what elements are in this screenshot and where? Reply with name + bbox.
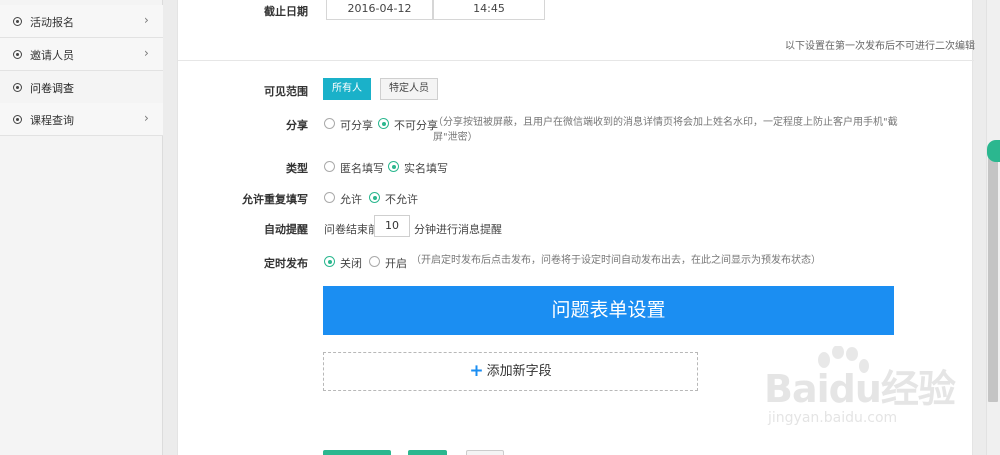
footer-tertiary-button[interactable] xyxy=(466,450,504,455)
settings-panel: 截止日期 2016-04-12 14:45 以下设置在第一次发布后不可进行二次编… xyxy=(177,0,975,455)
sidebar-item-label: 课程查询 xyxy=(30,114,74,127)
form-settings-button[interactable]: 问题表单设置 xyxy=(323,286,894,335)
deadline-time-input[interactable]: 14:45 xyxy=(433,0,545,20)
reminder-label: 自动提醒 xyxy=(264,223,308,236)
schedule-hint: （开启定时发布后点击发布，问卷将于设定时间自动发布出去，在此之间显示为预发布状态… xyxy=(411,255,821,266)
visibility-specific-button[interactable]: 特定人员 xyxy=(380,78,438,100)
repeat-deny-label: 不允许 xyxy=(385,193,418,206)
repeat-deny-radio[interactable] xyxy=(369,192,380,203)
share-no-label: 不可分享 xyxy=(394,119,438,132)
sidebar: 活动报名 › 邀请人员 › 问卷调查 课程查询 › xyxy=(0,0,163,455)
divider xyxy=(178,60,974,61)
type-realname-label: 实名填写 xyxy=(404,162,448,175)
reminder-suffix: 分钟进行消息提醒 xyxy=(414,223,502,236)
chevron-right-icon: › xyxy=(144,111,149,125)
page: 活动报名 › 邀请人员 › 问卷调查 课程查询 › 截止日期 2016-04-1… xyxy=(0,0,1000,455)
share-label: 分享 xyxy=(286,119,308,132)
repeat-allow-radio[interactable] xyxy=(324,192,335,203)
chevron-right-icon: › xyxy=(144,13,149,27)
deadline-date-input[interactable]: 2016-04-12 xyxy=(326,0,433,20)
share-hint-cont: 屏"泄密） xyxy=(433,132,478,143)
schedule-on-radio[interactable] xyxy=(369,256,380,267)
schedule-label: 定时发布 xyxy=(264,257,308,270)
sidebar-item-label: 邀请人员 xyxy=(30,49,74,62)
sidebar-item-label: 问卷调查 xyxy=(30,82,74,95)
type-anonymous-label: 匿名填写 xyxy=(340,162,384,175)
type-label: 类型 xyxy=(286,162,308,175)
type-anonymous-radio[interactable] xyxy=(324,161,335,172)
visibility-label: 可见范围 xyxy=(264,85,308,98)
sidebar-item-course-query[interactable]: 课程查询 › xyxy=(0,103,163,136)
share-yes-label: 可分享 xyxy=(340,119,373,132)
repeat-allow-label: 允许 xyxy=(340,193,362,206)
feedback-tab[interactable] xyxy=(987,140,1000,162)
sidebar-item-label: 活动报名 xyxy=(30,16,74,29)
circle-dot-icon xyxy=(13,83,22,92)
visibility-all-button[interactable]: 所有人 xyxy=(323,78,371,100)
share-hint: （分享按钮被屏蔽，且用户在微信端收到的消息详情页将会加上姓名水印，一定程度上防止… xyxy=(433,117,898,128)
add-field-button[interactable]: + 添加新字段 xyxy=(323,352,698,391)
schedule-on-label: 开启 xyxy=(385,257,407,270)
schedule-off-radio[interactable] xyxy=(324,256,335,267)
circle-dot-icon xyxy=(13,17,22,26)
sidebar-item-survey[interactable]: 问卷调查 xyxy=(0,71,163,104)
footer-primary-button[interactable] xyxy=(323,450,391,455)
circle-dot-icon xyxy=(13,50,22,59)
share-no-radio[interactable] xyxy=(378,118,389,129)
chevron-right-icon: › xyxy=(144,46,149,60)
repeat-label: 允许重复填写 xyxy=(242,193,308,206)
circle-dot-icon xyxy=(13,115,22,124)
footer-secondary-button[interactable] xyxy=(408,450,447,455)
type-realname-radio[interactable] xyxy=(388,161,399,172)
schedule-off-label: 关闭 xyxy=(340,257,362,270)
plus-icon: + xyxy=(469,361,484,381)
deadline-label: 截止日期 xyxy=(264,5,308,18)
reminder-prefix: 问卷结束前 xyxy=(324,223,379,236)
edit-lock-notice: 以下设置在第一次发布后不可进行二次编辑 xyxy=(785,41,975,52)
sidebar-item-invite[interactable]: 邀请人员 › xyxy=(0,38,163,71)
share-yes-radio[interactable] xyxy=(324,118,335,129)
scrollbar-thumb[interactable] xyxy=(988,152,998,402)
reminder-minutes-input[interactable]: 10 xyxy=(374,215,410,237)
add-field-label: 添加新字段 xyxy=(486,364,552,379)
sidebar-item-activity-signup[interactable]: 活动报名 › xyxy=(0,5,163,38)
